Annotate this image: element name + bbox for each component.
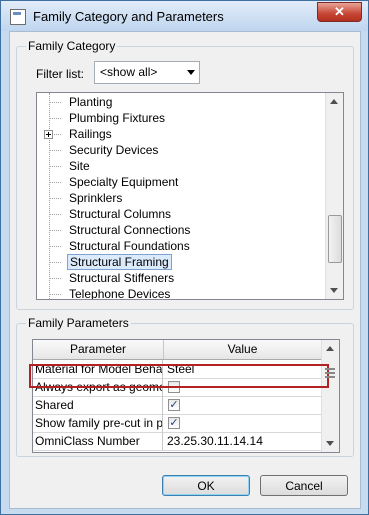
tree-item-label: Security Devices — [69, 143, 159, 157]
chevron-down-icon[interactable] — [187, 70, 195, 75]
scroll-up-arrow-icon[interactable] — [322, 340, 339, 357]
tree-item[interactable]: Specialty Equipment — [37, 174, 309, 190]
cancel-button[interactable]: Cancel — [260, 475, 348, 496]
tree-connector — [49, 294, 61, 295]
tree-item[interactable]: Structural Foundations — [37, 238, 309, 254]
tree-item[interactable]: Plumbing Fixtures — [37, 110, 309, 126]
filter-list-label: Filter list: — [36, 67, 84, 81]
tree-connector — [49, 278, 61, 279]
tree-item[interactable]: Railings — [37, 126, 309, 142]
table-row[interactable]: Show family pre-cut in p ✓ — [33, 414, 321, 433]
column-header-value[interactable]: Value — [164, 340, 321, 359]
tree-item-label: Structural Columns — [69, 207, 172, 221]
tree-connector — [49, 198, 61, 199]
family-category-label: Family Category — [26, 39, 118, 53]
parameter-value-cell[interactable]: ✓ — [164, 396, 321, 414]
tree-item[interactable]: Structural Connections — [37, 222, 309, 238]
parameter-name-cell: OmniClass Number — [33, 432, 163, 450]
scroll-down-arrow-icon[interactable] — [322, 435, 339, 452]
tree-item-label: Sprinklers — [69, 191, 123, 205]
tree-connector — [49, 118, 61, 119]
parameter-value-cell[interactable]: 23.25.30.11.14.14 — [164, 432, 321, 450]
dialog-body: Family Category Filter list: <show all> … — [9, 31, 361, 509]
tree-item[interactable]: Structural Stiffeners — [37, 270, 309, 286]
grip-icon — [325, 368, 335, 380]
grid-header: Parameter Value — [33, 340, 321, 360]
close-button[interactable]: ✕ — [317, 2, 362, 22]
ok-button[interactable]: OK — [162, 475, 250, 496]
tree-connector — [49, 150, 61, 151]
parameter-value-cell[interactable]: ✓ — [164, 414, 321, 432]
window-title: Family Category and Parameters — [33, 9, 224, 24]
table-row[interactable]: OmniClass Number 23.25.30.11.14.14 — [33, 432, 321, 451]
tree-item[interactable]: Telephone Devices — [37, 286, 309, 300]
tree-vertical-scrollbar[interactable] — [325, 93, 343, 299]
tree-item-label: Site — [69, 159, 90, 173]
app-icon — [10, 9, 26, 25]
tree-item-label: Plumbing Fixtures — [69, 111, 166, 125]
tree-item[interactable]: Planting — [37, 94, 309, 110]
scroll-down-arrow-icon[interactable] — [326, 282, 343, 299]
scroll-up-arrow-icon[interactable] — [326, 93, 343, 110]
parameters-grid[interactable]: Parameter Value Material for Model Beha S… — [32, 339, 340, 453]
category-tree[interactable]: Planting Plumbing Fixtures Railings Securit… — [36, 92, 344, 300]
tree-connector — [49, 166, 61, 167]
tree-connector — [49, 182, 61, 183]
title-bar[interactable]: Family Category and Parameters ✕ — [1, 1, 368, 31]
tree-connector — [49, 230, 61, 231]
tree-item[interactable]: Sprinklers — [37, 190, 309, 206]
tree-item[interactable]: Structural Columns — [37, 206, 309, 222]
filter-list-dropdown[interactable]: <show all> — [94, 61, 200, 84]
tree-item-label: Structural Stiffeners — [69, 271, 175, 285]
tree-item[interactable]: Security Devices — [37, 142, 309, 158]
filter-list-value: <show all> — [100, 65, 158, 79]
parameter-name-cell: Show family pre-cut in p — [35, 414, 163, 432]
expand-plus-icon[interactable] — [44, 130, 53, 139]
parameter-name-cell: Shared — [33, 396, 163, 414]
tree-item-label: Structural Framing — [67, 254, 172, 270]
tree-item[interactable]: Site — [37, 158, 309, 174]
scroll-thumb[interactable] — [328, 215, 342, 263]
tree-item-label: Structural Foundations — [69, 239, 190, 253]
table-row[interactable]: Shared ✓ — [33, 396, 321, 415]
tree-item-label: Telephone Devices — [69, 287, 171, 300]
checked-checkbox[interactable]: ✓ — [168, 417, 180, 429]
grid-vertical-scrollbar[interactable] — [321, 340, 339, 452]
tree-item-label: Planting — [69, 95, 113, 109]
tree-connector — [49, 102, 61, 103]
tree-item-label: Specialty Equipment — [69, 175, 179, 189]
tree-item-label: Structural Connections — [69, 223, 191, 237]
tree-connector — [49, 262, 61, 263]
tree-item[interactable]: Structural Framing — [37, 254, 309, 270]
dialog-window: Family Category and Parameters ✕ Family … — [0, 0, 369, 515]
column-header-parameter[interactable]: Parameter — [33, 340, 164, 359]
family-parameters-label: Family Parameters — [26, 316, 131, 330]
shared-row-highlight — [29, 364, 329, 388]
checked-checkbox[interactable]: ✓ — [168, 399, 180, 411]
tree-connector — [49, 214, 61, 215]
tree-connector — [49, 246, 61, 247]
tree-item-label: Railings — [69, 127, 112, 141]
